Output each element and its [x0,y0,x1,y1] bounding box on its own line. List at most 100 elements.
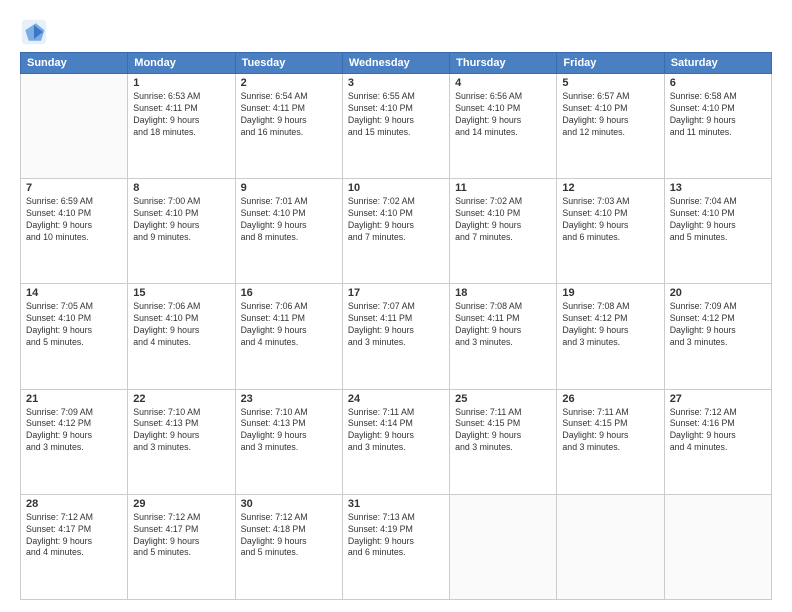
day-number: 28 [26,498,122,510]
day-info: Sunrise: 7:05 AMSunset: 4:10 PMDaylight:… [26,301,122,349]
day-info: Sunrise: 7:12 AMSunset: 4:18 PMDaylight:… [241,512,337,560]
calendar-body: 1 Sunrise: 6:53 AMSunset: 4:11 PMDaylight… [21,74,772,600]
day-info: Sunrise: 7:02 AMSunset: 4:10 PMDaylight:… [348,196,444,244]
day-info: Sunrise: 7:06 AMSunset: 4:10 PMDaylight:… [133,301,229,349]
day-info: Sunrise: 7:12 AMSunset: 4:16 PMDaylight:… [670,407,766,455]
calendar-header-row: SundayMondayTuesdayWednesdayThursdayFrid… [21,53,772,74]
day-number: 4 [455,77,551,89]
day-info: Sunrise: 7:03 AMSunset: 4:10 PMDaylight:… [562,196,658,244]
day-cell: 10 Sunrise: 7:02 AMSunset: 4:10 PMDayligh… [342,179,449,284]
day-cell: 23 Sunrise: 7:10 AMSunset: 4:13 PMDayligh… [235,389,342,494]
day-cell: 16Sunrise: 7:06 AMSunset: 4:11 PMDayligh… [235,284,342,389]
day-cell: 26 Sunrise: 7:11 AMSunset: 4:15 PMDayligh… [557,389,664,494]
day-cell: 24 Sunrise: 7:11 AMSunset: 4:14 PMDayligh… [342,389,449,494]
day-info: Sunrise: 6:58 AMSunset: 4:10 PMDaylight:… [670,91,766,139]
day-cell: 15Sunrise: 7:06 AMSunset: 4:10 PMDayligh… [128,284,235,389]
day-cell: 19Sunrise: 7:08 AMSunset: 4:12 PMDayligh… [557,284,664,389]
week-row-4: 21 Sunrise: 7:09 AMSunset: 4:12 PMDayligh… [21,389,772,494]
day-info: Sunrise: 6:55 AMSunset: 4:10 PMDaylight:… [348,91,444,139]
logo [20,18,52,46]
day-number: 14 [26,287,122,299]
day-cell: 1 Sunrise: 6:53 AMSunset: 4:11 PMDaylight… [128,74,235,179]
week-row-5: 28 Sunrise: 7:12 AMSunset: 4:17 PMDayligh… [21,494,772,599]
day-number: 8 [133,182,229,194]
day-info: Sunrise: 7:04 AMSunset: 4:10 PMDaylight:… [670,196,766,244]
day-number: 30 [241,498,337,510]
day-cell: 6 Sunrise: 6:58 AMSunset: 4:10 PMDaylight… [664,74,771,179]
day-cell: 20 Sunrise: 7:09 AMSunset: 4:12 PMDayligh… [664,284,771,389]
day-number: 22 [133,393,229,405]
day-number: 1 [133,77,229,89]
day-cell: 17 Sunrise: 7:07 AMSunset: 4:11 PMDayligh… [342,284,449,389]
day-info: Sunrise: 7:11 AMSunset: 4:15 PMDaylight:… [455,407,551,455]
day-info: Sunrise: 6:54 AMSunset: 4:11 PMDaylight:… [241,91,337,139]
day-number: 11 [455,182,551,194]
day-number: 24 [348,393,444,405]
day-number: 2 [241,77,337,89]
day-cell: 18Sunrise: 7:08 AMSunset: 4:11 PMDayligh… [450,284,557,389]
day-cell: 25Sunrise: 7:11 AMSunset: 4:15 PMDayligh… [450,389,557,494]
day-number: 23 [241,393,337,405]
day-info: Sunrise: 7:10 AMSunset: 4:13 PMDaylight:… [241,407,337,455]
day-number: 5 [562,77,658,89]
day-cell: 29 Sunrise: 7:12 AMSunset: 4:17 PMDayligh… [128,494,235,599]
col-header-sunday: Sunday [21,53,128,74]
day-info: Sunrise: 7:07 AMSunset: 4:11 PMDaylight:… [348,301,444,349]
week-row-2: 7 Sunrise: 6:59 AMSunset: 4:10 PMDaylight… [21,179,772,284]
day-cell [450,494,557,599]
day-info: Sunrise: 7:12 AMSunset: 4:17 PMDaylight:… [26,512,122,560]
logo-icon [20,18,48,46]
day-cell: 8Sunrise: 7:00 AMSunset: 4:10 PMDaylight… [128,179,235,284]
day-info: Sunrise: 7:11 AMSunset: 4:15 PMDaylight:… [562,407,658,455]
day-info: Sunrise: 7:01 AMSunset: 4:10 PMDaylight:… [241,196,337,244]
day-info: Sunrise: 7:09 AMSunset: 4:12 PMDaylight:… [26,407,122,455]
day-cell: 14 Sunrise: 7:05 AMSunset: 4:10 PMDayligh… [21,284,128,389]
day-info: Sunrise: 6:53 AMSunset: 4:11 PMDaylight:… [133,91,229,139]
day-number: 6 [670,77,766,89]
day-info: Sunrise: 7:02 AMSunset: 4:10 PMDaylight:… [455,196,551,244]
day-number: 19 [562,287,658,299]
day-info: Sunrise: 6:59 AMSunset: 4:10 PMDaylight:… [26,196,122,244]
day-info: Sunrise: 7:09 AMSunset: 4:12 PMDaylight:… [670,301,766,349]
day-info: Sunrise: 6:57 AMSunset: 4:10 PMDaylight:… [562,91,658,139]
day-number: 21 [26,393,122,405]
day-cell: 21 Sunrise: 7:09 AMSunset: 4:12 PMDayligh… [21,389,128,494]
day-cell: 22 Sunrise: 7:10 AMSunset: 4:13 PMDayligh… [128,389,235,494]
day-number: 7 [26,182,122,194]
day-number: 10 [348,182,444,194]
day-number: 27 [670,393,766,405]
day-number: 29 [133,498,229,510]
day-cell: 11 Sunrise: 7:02 AMSunset: 4:10 PMDayligh… [450,179,557,284]
day-number: 12 [562,182,658,194]
day-cell: 31Sunrise: 7:13 AMSunset: 4:19 PMDayligh… [342,494,449,599]
day-cell [664,494,771,599]
day-cell: 3 Sunrise: 6:55 AMSunset: 4:10 PMDaylight… [342,74,449,179]
day-number: 20 [670,287,766,299]
day-info: Sunrise: 7:11 AMSunset: 4:14 PMDaylight:… [348,407,444,455]
day-cell: 5 Sunrise: 6:57 AMSunset: 4:10 PMDaylight… [557,74,664,179]
day-cell [21,74,128,179]
day-cell [557,494,664,599]
week-row-3: 14 Sunrise: 7:05 AMSunset: 4:10 PMDayligh… [21,284,772,389]
col-header-tuesday: Tuesday [235,53,342,74]
col-header-wednesday: Wednesday [342,53,449,74]
day-info: Sunrise: 6:56 AMSunset: 4:10 PMDaylight:… [455,91,551,139]
day-number: 3 [348,77,444,89]
day-info: Sunrise: 7:12 AMSunset: 4:17 PMDaylight:… [133,512,229,560]
day-cell: 28 Sunrise: 7:12 AMSunset: 4:17 PMDayligh… [21,494,128,599]
day-cell: 12 Sunrise: 7:03 AMSunset: 4:10 PMDayligh… [557,179,664,284]
week-row-1: 1 Sunrise: 6:53 AMSunset: 4:11 PMDaylight… [21,74,772,179]
day-number: 26 [562,393,658,405]
day-number: 31 [348,498,444,510]
day-number: 17 [348,287,444,299]
day-number: 16 [241,287,337,299]
day-cell: 7 Sunrise: 6:59 AMSunset: 4:10 PMDaylight… [21,179,128,284]
calendar-table: SundayMondayTuesdayWednesdayThursdayFrid… [20,52,772,600]
page: SundayMondayTuesdayWednesdayThursdayFrid… [0,0,792,612]
day-number: 9 [241,182,337,194]
col-header-monday: Monday [128,53,235,74]
day-info: Sunrise: 7:10 AMSunset: 4:13 PMDaylight:… [133,407,229,455]
col-header-saturday: Saturday [664,53,771,74]
day-cell: 9 Sunrise: 7:01 AMSunset: 4:10 PMDaylight… [235,179,342,284]
day-info: Sunrise: 7:08 AMSunset: 4:11 PMDaylight:… [455,301,551,349]
